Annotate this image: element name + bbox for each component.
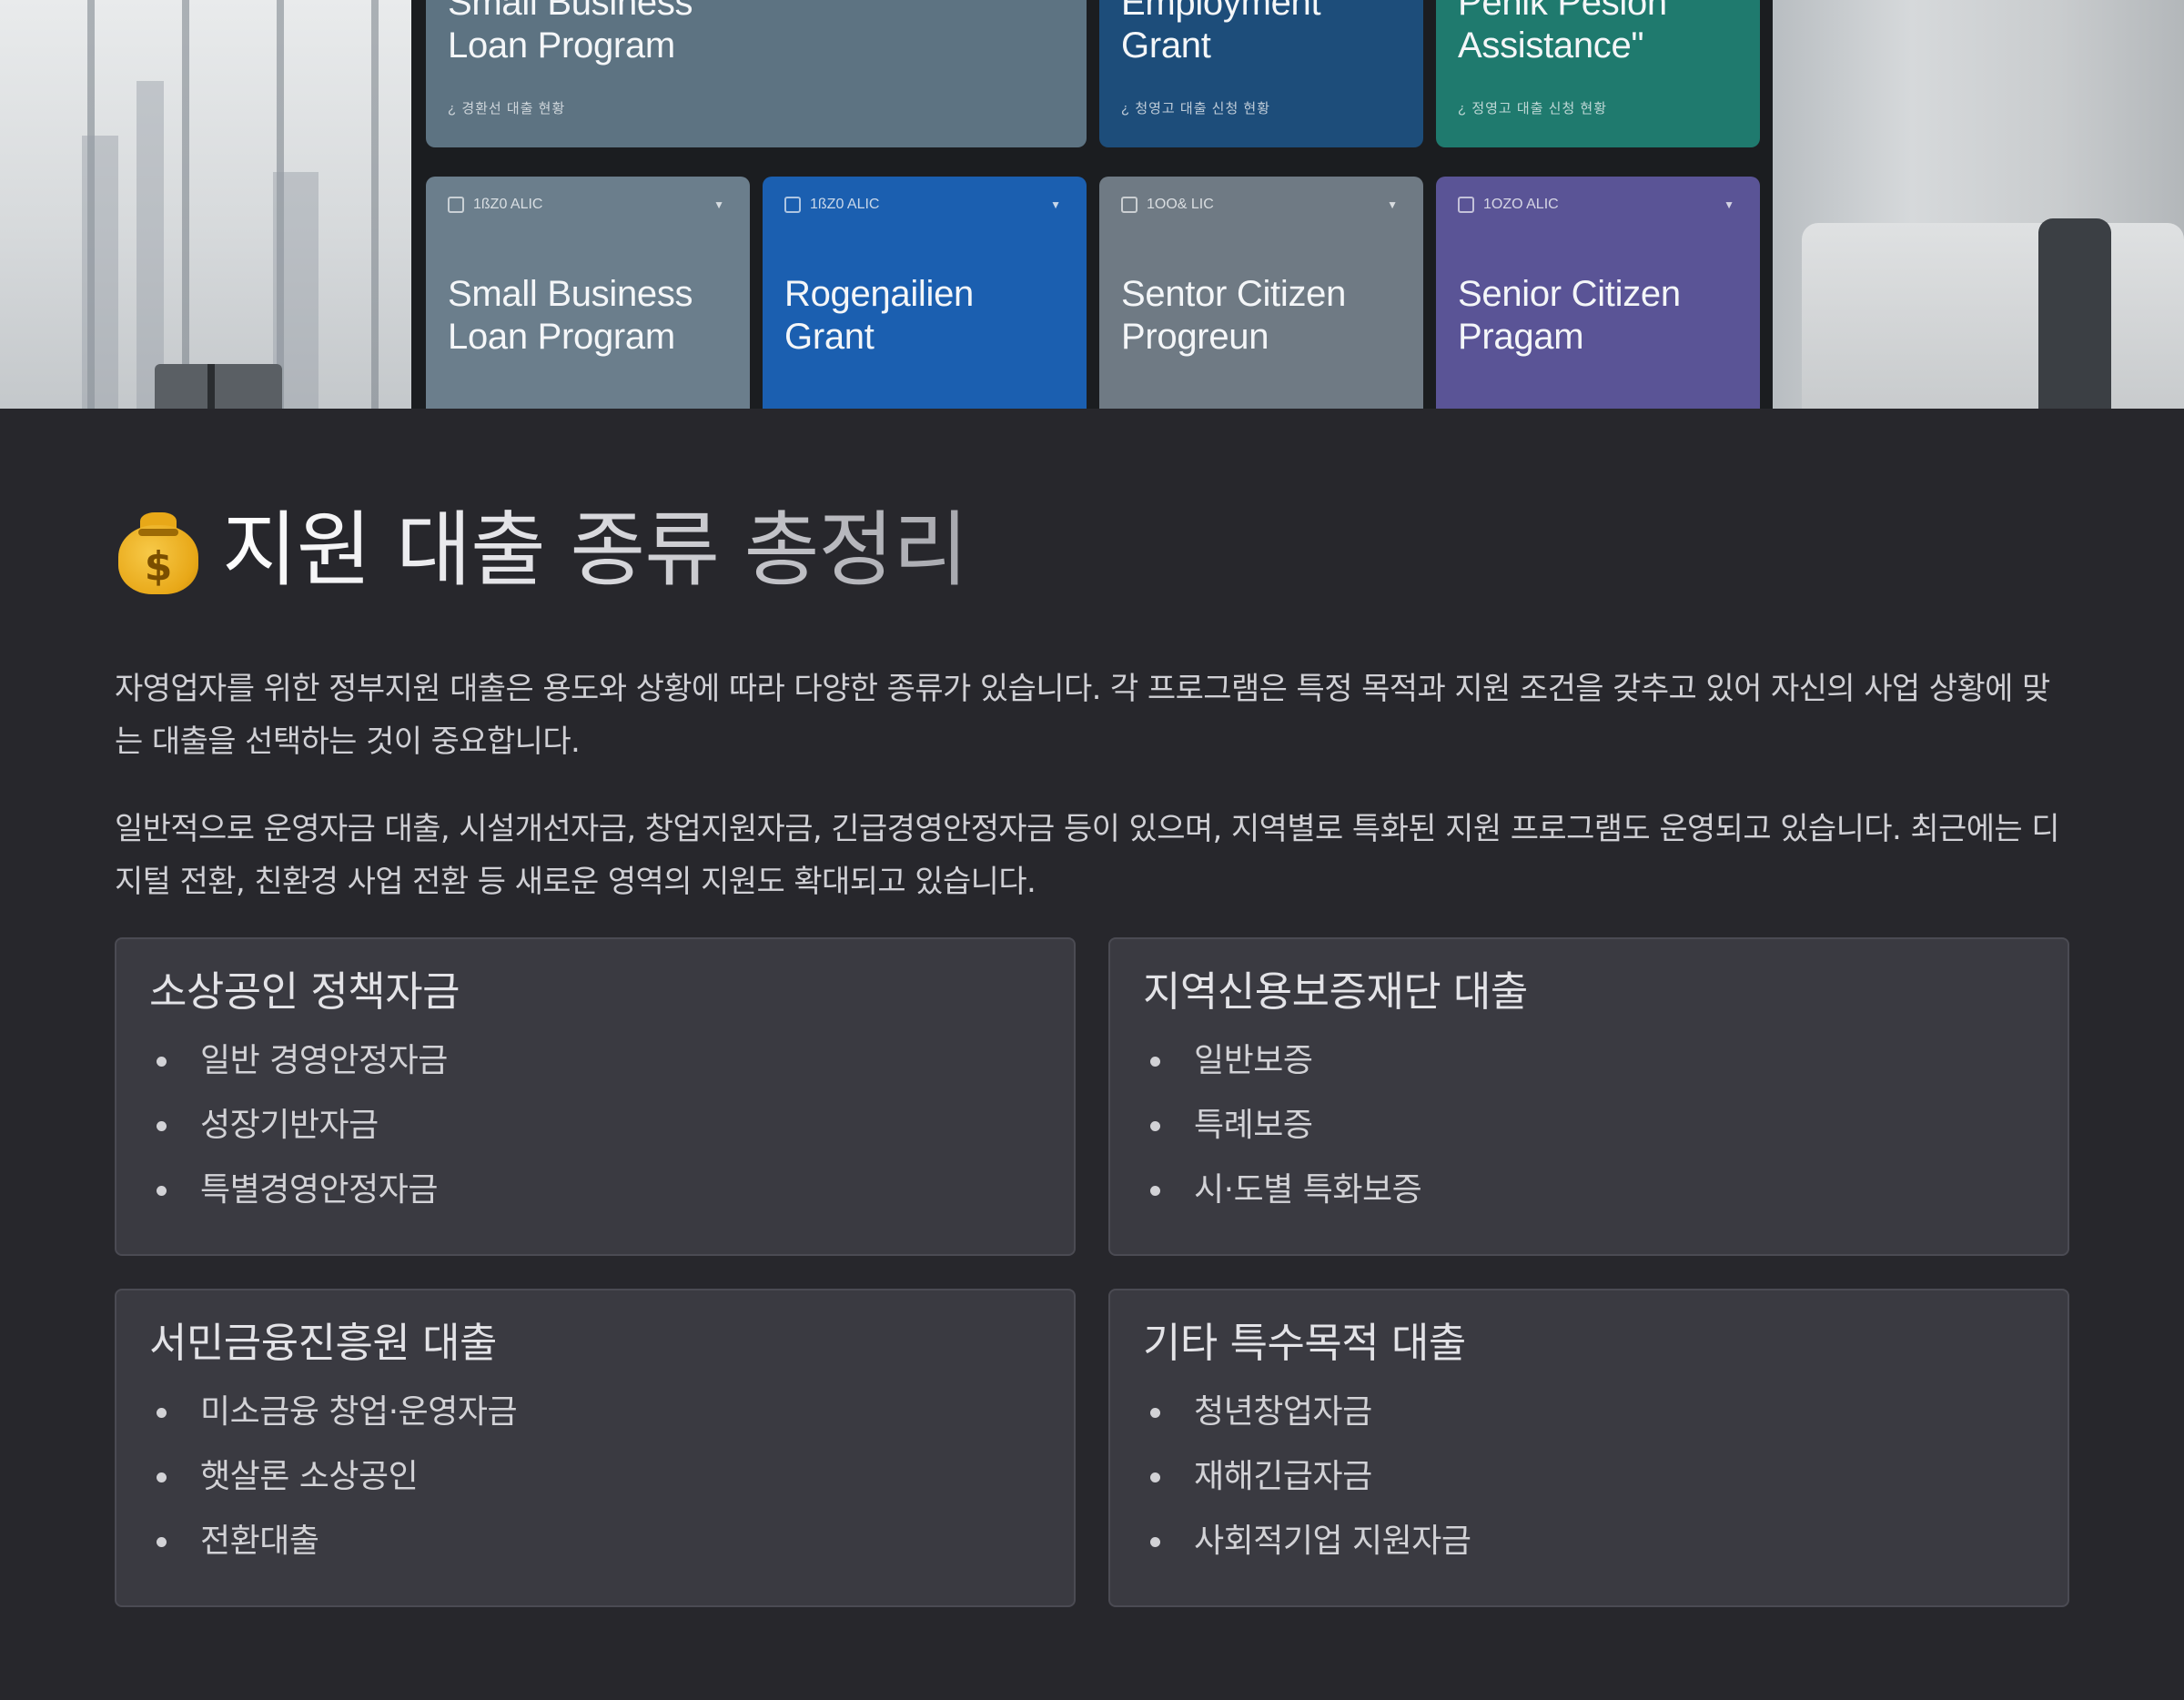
bullet-icon — [157, 1186, 167, 1196]
chevron-down-icon[interactable]: ▼ — [1050, 198, 1061, 211]
tile-meta: ¿ 경환선 대출 현황 — [448, 101, 566, 116]
tile-title: Rogeŋailien Grant — [784, 274, 974, 357]
list-item: 일반 경영안정자금 — [149, 1028, 1041, 1093]
loan-card: 지역신용보증재단 대출 일반보증 특례보증 시·도별 특화보증 — [1108, 937, 2069, 1256]
card-title: 서민금융진흥원 대출 — [149, 1319, 497, 1367]
list-item: 일반보증 — [1143, 1028, 2035, 1093]
chair — [2038, 218, 2111, 409]
card-list: 일반 경영안정자금 성장기반자금 특별경영안정자금 — [149, 1028, 1041, 1222]
sofa — [1802, 223, 2184, 409]
list-item: 전환대출 — [149, 1509, 1041, 1574]
bullet-icon — [157, 1472, 167, 1482]
bullet-icon — [157, 1408, 167, 1418]
list-item: 청년창업자금 — [1143, 1380, 2035, 1444]
list-item: 특별경영안정자금 — [149, 1158, 1041, 1222]
list-item: 햇살론 소상공인 — [149, 1444, 1041, 1509]
tile-meta: ¿ 정영고 대출 신청 현황 — [1458, 101, 1608, 116]
tile-tag: 1ßZ0 ALIC — [810, 197, 880, 212]
list-item: 재해긴급자금 — [1143, 1444, 2035, 1509]
tile-meta: ¿ 청영고 대출 신청 현황 — [1121, 101, 1271, 116]
loan-card: 기타 특수목적 대출 청년창업자금 재해긴급자금 사회적기업 지원자금 — [1108, 1289, 2069, 1607]
bullet-icon — [1150, 1537, 1160, 1547]
money-bag-icon: $ — [115, 507, 202, 594]
card-list: 일반보증 특례보증 시·도별 특화보증 — [1143, 1028, 2035, 1222]
page-title: 지원 대출 종류 총정리 — [222, 501, 968, 601]
dashboard-screen: Small Business Loan Program ¿ 경환선 대출 현황 … — [411, 0, 1773, 409]
detail-paragraph: 일반적으로 운영자금 대출, 시설개선자금, 창업지원자금, 긴급경영안정자금 … — [115, 811, 2060, 900]
card-list: 청년창업자금 재해긴급자금 사회적기업 지원자금 — [1143, 1380, 2035, 1574]
tile-tag: 1OO& LIC — [1147, 197, 1214, 212]
card-title: 기타 특수목적 대출 — [1143, 1319, 1466, 1367]
chevron-down-icon[interactable]: ▼ — [1724, 198, 1734, 211]
loan-card: 소상공인 정책자금 일반 경영안정자금 성장기반자금 특별경영안정자금 — [115, 937, 1076, 1256]
tile-title: Penik Pesion Assistance" — [1458, 0, 1667, 66]
tile-bottom-1[interactable]: 1ßZ0 ALIC ▼ Small Business Loan Program — [426, 177, 750, 409]
office-window — [0, 0, 419, 409]
tile-bottom-4[interactable]: 1OZO ALIC ▼ Senior Citizen Pragam — [1436, 177, 1760, 409]
tile-title: Sentor Citizen Progreun — [1121, 274, 1347, 357]
bullet-icon — [1150, 1186, 1160, 1196]
bullet-icon — [1150, 1057, 1160, 1067]
bullet-icon — [157, 1057, 167, 1067]
list-item: 시·도별 특화보증 — [1143, 1158, 2035, 1222]
office-wall — [1765, 0, 2184, 409]
bullet-icon — [1150, 1408, 1160, 1418]
chevron-down-icon[interactable]: ▼ — [1387, 198, 1398, 211]
card-list: 미소금융 창업·운영자금 햇살론 소상공인 전환대출 — [149, 1380, 1041, 1574]
tile-title: Employment Grant — [1121, 0, 1321, 66]
calendar-icon — [448, 197, 464, 213]
tile-top-2: Employment Grant ¿ 청영고 대출 신청 현황 — [1099, 0, 1423, 147]
card-title: 지역신용보증재단 대출 — [1143, 967, 1528, 1016]
tile-top-3: Penik Pesion Assistance" ¿ 정영고 대출 신청 현황 — [1436, 0, 1760, 147]
bullet-icon — [1150, 1121, 1160, 1131]
tile-title: Small Business Loan Program — [448, 0, 693, 66]
loan-card: 서민금융진흥원 대출 미소금융 창업·운영자금 햇살론 소상공인 전환대출 — [115, 1289, 1076, 1607]
calendar-icon — [784, 197, 801, 213]
intro-paragraph: 자영업자를 위한 정부지원 대출은 용도와 상황에 따라 다양한 종류가 있습니… — [115, 671, 2050, 760]
tile-title: Small Business Loan Program — [448, 274, 693, 357]
tile-top-1: Small Business Loan Program ¿ 경환선 대출 현황 — [426, 0, 1087, 147]
list-item: 특례보증 — [1143, 1093, 2035, 1158]
tile-bottom-2[interactable]: 1ßZ0 ALIC ▼ Rogeŋailien Grant — [763, 177, 1087, 409]
calendar-icon — [1458, 197, 1474, 213]
bullet-icon — [157, 1537, 167, 1547]
tile-bottom-3[interactable]: 1OO& LIC ▼ Sentor Citizen Progreun — [1099, 177, 1423, 409]
title-row: $ 지원 대출 종류 총정리 — [115, 491, 2069, 610]
tile-tag: 1OZO ALIC — [1483, 197, 1559, 212]
bullet-icon — [157, 1121, 167, 1131]
tile-title: Senior Citizen Pragam — [1458, 274, 1681, 357]
list-item: 사회적기업 지원자금 — [1143, 1509, 2035, 1574]
calendar-icon — [1121, 197, 1138, 213]
content-section: $ 지원 대출 종류 총정리 자영업자를 위한 정부지원 대출은 용도와 상황에… — [115, 491, 2069, 908]
card-title: 소상공인 정책자금 — [149, 967, 460, 1016]
list-item: 미소금융 창업·운영자금 — [149, 1380, 1041, 1444]
hero-image: Small Business Loan Program ¿ 경환선 대출 현황 … — [0, 0, 2184, 409]
chevron-down-icon[interactable]: ▼ — [713, 198, 724, 211]
tile-tag: 1ßZ0 ALIC — [473, 197, 543, 212]
loan-type-grid: 소상공인 정책자금 일반 경영안정자금 성장기반자금 특별경영안정자금 지역신용… — [115, 937, 2069, 1607]
bullet-icon — [1150, 1472, 1160, 1482]
list-item: 성장기반자금 — [149, 1093, 1041, 1158]
desk-lamp — [155, 364, 282, 409]
